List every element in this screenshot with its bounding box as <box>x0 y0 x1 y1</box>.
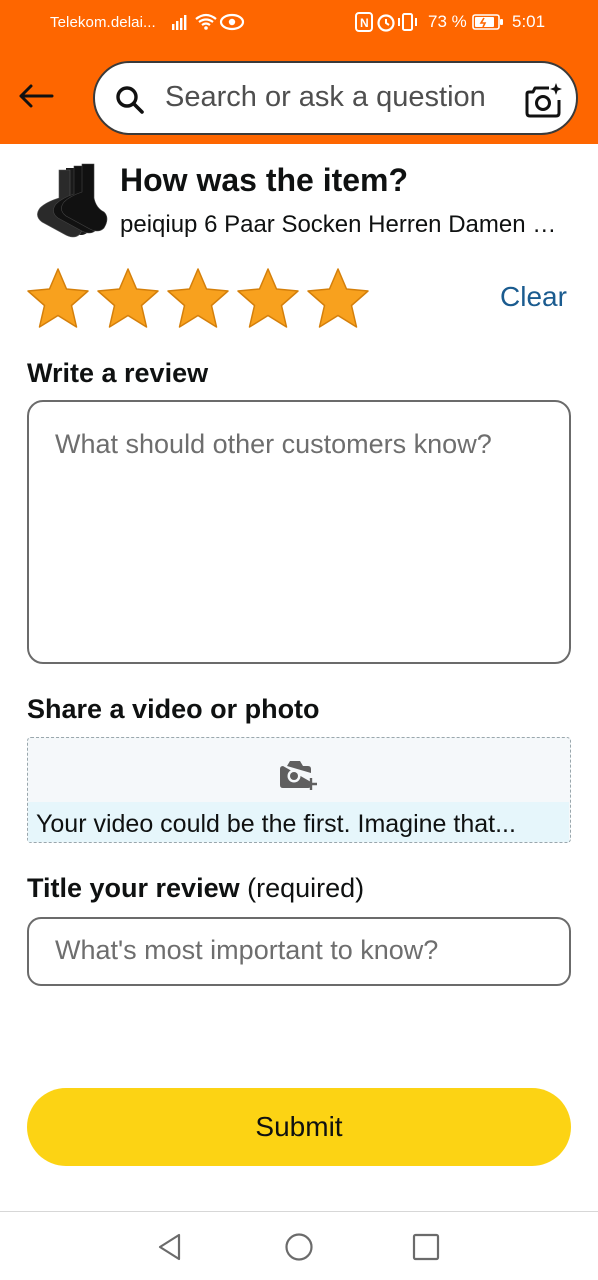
review-placeholder: What should other customers know? <box>55 429 492 459</box>
camera-plus-icon <box>280 761 317 790</box>
svg-text:N: N <box>360 16 369 30</box>
submit-label: Submit <box>255 1111 343 1142</box>
triangle-back-icon[interactable] <box>153 1230 187 1264</box>
title-required-note: (required) <box>247 873 365 903</box>
title-review-label-text: Title your review <box>27 873 240 903</box>
star-icon-5[interactable] <box>306 266 370 330</box>
star-icon-1[interactable] <box>26 266 90 330</box>
share-media-label: Share a video or photo <box>27 694 320 724</box>
arrow-left-icon <box>19 84 54 108</box>
star-icon-4[interactable] <box>236 266 300 330</box>
review-title-input[interactable]: What's most important to know? <box>27 917 571 986</box>
review-title-placeholder: What's most important to know? <box>55 935 439 965</box>
nfc-alarm-vibrate-icons: N <box>355 12 417 32</box>
title-review-label: Title your review (required) <box>27 873 364 904</box>
media-upload-button[interactable]: Your video could be the first. Imagine t… <box>27 737 571 843</box>
submit-button[interactable]: Submit <box>27 1088 571 1166</box>
back-button[interactable] <box>14 76 58 116</box>
magnifier-icon <box>116 86 144 114</box>
star-icon-3[interactable] <box>166 266 230 330</box>
signal-wifi-eye-icons <box>172 13 245 31</box>
star-rating[interactable] <box>26 266 370 330</box>
carrier-name: Telekom.delai... <box>50 14 156 31</box>
clear-rating-link[interactable]: Clear <box>500 281 567 313</box>
camera-sparkle-icon[interactable] <box>525 81 563 119</box>
square-recents-icon[interactable] <box>409 1230 443 1264</box>
status-time: 5:01 <box>512 12 546 31</box>
battery-icon <box>472 14 503 30</box>
battery-percent: 73 % <box>428 12 467 31</box>
search-bar[interactable]: Search or ask a question <box>93 61 578 135</box>
status-bar: Telekom.delai... N 73 % 5:01 <box>0 0 598 46</box>
product-thumbnail[interactable] <box>26 162 110 240</box>
write-review-label: Write a review <box>27 358 209 388</box>
product-name: peiqiup 6 Paar Socken Herren Damen Schwa… <box>120 211 572 238</box>
star-icon-2[interactable] <box>96 266 160 330</box>
system-nav-bar <box>0 1212 598 1280</box>
review-question-title: How was the item? <box>120 162 409 198</box>
review-textarea[interactable]: What should other customers know? <box>27 400 571 664</box>
media-caption: Your video could be the first. Imagine t… <box>36 810 516 838</box>
circle-home-icon[interactable] <box>282 1230 316 1264</box>
search-placeholder: Search or ask a question <box>165 81 486 113</box>
app-header: Telekom.delai... N 73 % 5:01 Search or a… <box>0 0 598 144</box>
